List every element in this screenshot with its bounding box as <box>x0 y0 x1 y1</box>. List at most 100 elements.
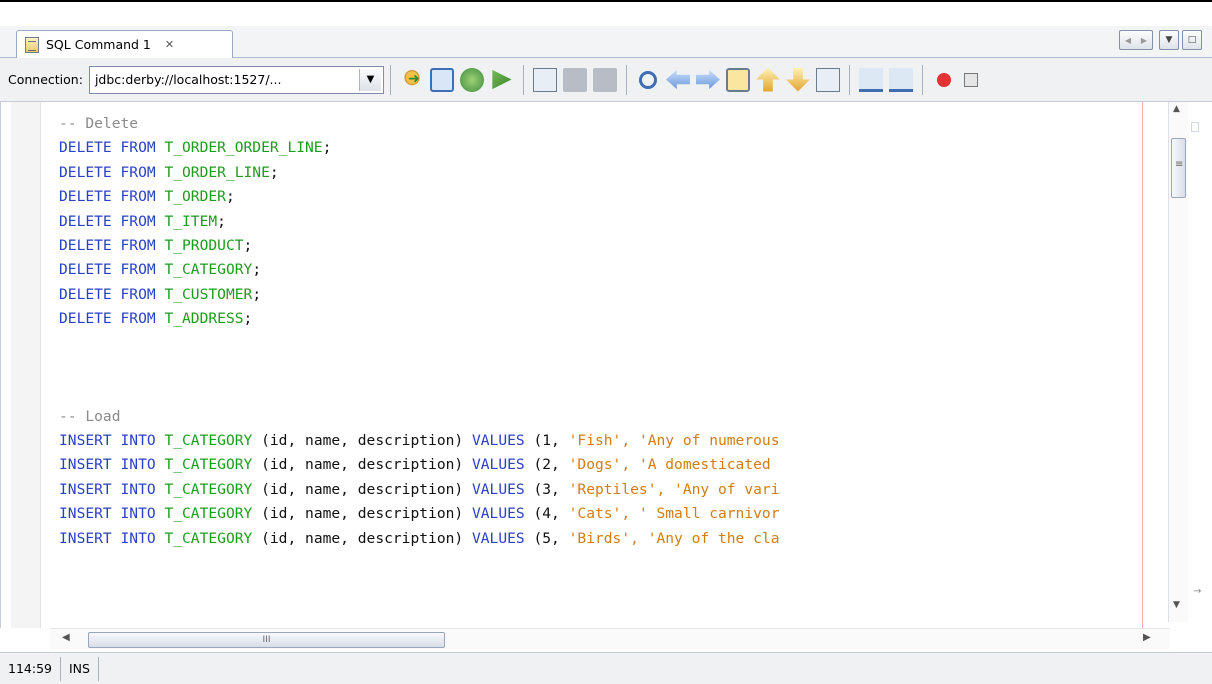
stop-macro-icon[interactable] <box>963 72 978 87</box>
format-icon[interactable] <box>562 67 587 92</box>
code-token: VALUES <box>471 529 525 547</box>
code-line[interactable]: -- Delete <box>59 112 1171 136</box>
horizontal-scrollbar[interactable]: ◀ III ▶ <box>50 628 1170 650</box>
code-line[interactable]: INSERT INTO T_CATEGORY (id, name, descri… <box>59 502 1171 526</box>
code-line[interactable]: -- Load <box>59 405 1171 429</box>
code-token: INSERT INTO <box>59 529 165 547</box>
code-token: VALUES <box>471 432 525 450</box>
right-margin-line <box>1142 102 1143 628</box>
tab-title: SQL Command 1 <box>46 37 151 52</box>
code-token: (2, <box>524 456 569 474</box>
tab-scroll-buttons: ◀ ▶ <box>1119 30 1153 50</box>
code-line[interactable]: DELETE FROM T_ORDER_ORDER_LINE; <box>59 136 1171 160</box>
sql-toolbar: Connection: jdbc:derby://localhost:1527/… <box>0 58 1212 102</box>
find-next-icon[interactable] <box>695 69 720 90</box>
vertical-scrollbar[interactable]: ▲ ▼ <box>1168 102 1188 622</box>
code-token: (4, <box>524 505 569 523</box>
code-token: INSERT INTO <box>59 505 165 523</box>
scroll-left-icon[interactable]: ◀ <box>62 632 70 643</box>
shift-right-icon[interactable] <box>888 67 913 92</box>
code-line[interactable]: INSERT INTO T_CATEGORY (id, name, descri… <box>59 429 1171 453</box>
code-token: T_ORDER_ORDER_LINE <box>164 139 323 157</box>
code-token: DELETE FROM <box>59 139 165 157</box>
code-line[interactable]: DELETE FROM T_CUSTOMER; <box>59 283 1171 307</box>
toolbar-separator <box>625 64 627 95</box>
top-border <box>0 0 1212 2</box>
connection-select[interactable]: jdbc:derby://localhost:1527/... ▼ <box>88 65 384 94</box>
run-file-icon[interactable] <box>492 69 512 90</box>
code-area[interactable]: -- Delete DELETE FROM T_ORDER_ORDER_LINE;… <box>59 112 1171 622</box>
code-token: ; <box>225 188 235 206</box>
code-token: INSERT INTO <box>59 480 165 498</box>
code-line[interactable]: DELETE FROM T_ADDRESS; <box>59 307 1171 331</box>
code-token: ; <box>269 163 279 181</box>
prev-bookmark-icon[interactable] <box>755 67 780 92</box>
sql-editor[interactable]: -- Delete DELETE FROM T_ORDER_ORDER_LINE;… <box>0 102 1212 628</box>
run-sql-icon[interactable] <box>399 67 424 92</box>
code-token: 'Fish', 'Any of numerous <box>568 432 780 450</box>
code-token: DELETE FROM <box>59 212 165 230</box>
find-prev-icon[interactable] <box>665 69 690 90</box>
next-bookmark-icon[interactable] <box>785 67 810 92</box>
format-dropdown-icon[interactable] <box>592 67 617 92</box>
code-token: 'Reptiles', 'Any of vari <box>568 480 780 498</box>
code-line[interactable] <box>59 356 1171 380</box>
code-token: DELETE FROM <box>59 310 165 328</box>
code-token: (1, <box>524 432 569 450</box>
code-token: -- Load <box>59 407 121 425</box>
code-line[interactable]: INSERT INTO T_CATEGORY (id, name, descri… <box>59 478 1171 502</box>
code-line[interactable]: DELETE FROM T_CATEGORY; <box>59 258 1171 282</box>
history-icon[interactable] <box>459 67 484 92</box>
code-line[interactable]: DELETE FROM T_ORDER_LINE; <box>59 161 1171 185</box>
code-token: ; <box>252 285 262 303</box>
tab-sql-command-1[interactable]: SQL Command 1 ✕ <box>16 30 233 58</box>
insert-mode[interactable]: INS <box>61 656 99 681</box>
code-line[interactable]: DELETE FROM T_PRODUCT; <box>59 234 1171 258</box>
code-token: (3, <box>524 480 569 498</box>
line-gutter[interactable] <box>11 102 41 628</box>
select-doc-icon[interactable] <box>532 67 557 92</box>
code-token: -- Delete <box>59 115 139 132</box>
record-macro-icon[interactable] <box>936 72 951 87</box>
code-token: ; <box>217 212 226 230</box>
scroll-right-icon[interactable]: ▶ <box>1143 632 1151 643</box>
code-token: VALUES <box>471 456 525 474</box>
code-token: T_PRODUCT <box>164 236 244 254</box>
chevron-down-icon[interactable]: ▼ <box>358 68 381 91</box>
toggle-highlight-icon[interactable] <box>725 67 750 92</box>
vertical-scroll-thumb[interactable] <box>1171 138 1186 198</box>
toggle-bookmark-icon[interactable] <box>815 67 840 92</box>
code-token: (id, name, description) <box>252 529 472 547</box>
code-token: DELETE FROM <box>59 285 165 303</box>
horizontal-scroll-thumb[interactable]: III <box>88 632 445 648</box>
split-handle-icon[interactable]: → <box>1193 586 1201 597</box>
code-token: ; <box>252 261 262 279</box>
code-token: T_ORDER <box>164 188 226 206</box>
code-line[interactable] <box>59 332 1171 356</box>
editor-tab-strip: SQL Command 1 ✕ ◀ ▶ ▼ □ <box>0 26 1212 58</box>
code-line[interactable] <box>59 380 1171 404</box>
connection-label: Connection: <box>8 72 83 87</box>
toolbar-separator <box>848 64 850 95</box>
window-controls: ◀ ▶ ▼ □ <box>1119 30 1202 50</box>
scroll-down-icon[interactable]: ▼ <box>1173 600 1180 610</box>
sql-document-icon <box>25 36 39 53</box>
tab-close-icon[interactable]: ✕ <box>165 38 174 51</box>
code-line[interactable]: DELETE FROM T_ITEM; <box>59 210 1171 234</box>
code-token: ; <box>243 236 253 254</box>
tab-scroll-left-icon[interactable]: ◀ <box>1120 31 1136 49</box>
execute-icon[interactable] <box>429 67 454 92</box>
code-line[interactable]: INSERT INTO T_CATEGORY (id, name, descri… <box>59 453 1171 477</box>
code-token: T_CATEGORY <box>164 456 253 474</box>
caret-position: 114:59 <box>0 656 61 681</box>
connection-value: jdbc:derby://localhost:1527/... <box>94 72 282 87</box>
scroll-up-icon[interactable]: ▲ <box>1173 104 1180 114</box>
maximize-window-button[interactable]: □ <box>1182 30 1202 50</box>
code-line[interactable]: DELETE FROM T_ORDER; <box>59 185 1171 209</box>
code-line[interactable]: INSERT INTO T_CATEGORY (id, name, descri… <box>59 527 1171 551</box>
shift-left-icon[interactable] <box>858 67 883 92</box>
code-token: T_ORDER_LINE <box>164 163 270 181</box>
show-opened-documents-button[interactable]: ▼ <box>1159 30 1179 50</box>
find-icon[interactable] <box>638 70 657 89</box>
tab-scroll-right-icon[interactable]: ▶ <box>1136 31 1152 49</box>
